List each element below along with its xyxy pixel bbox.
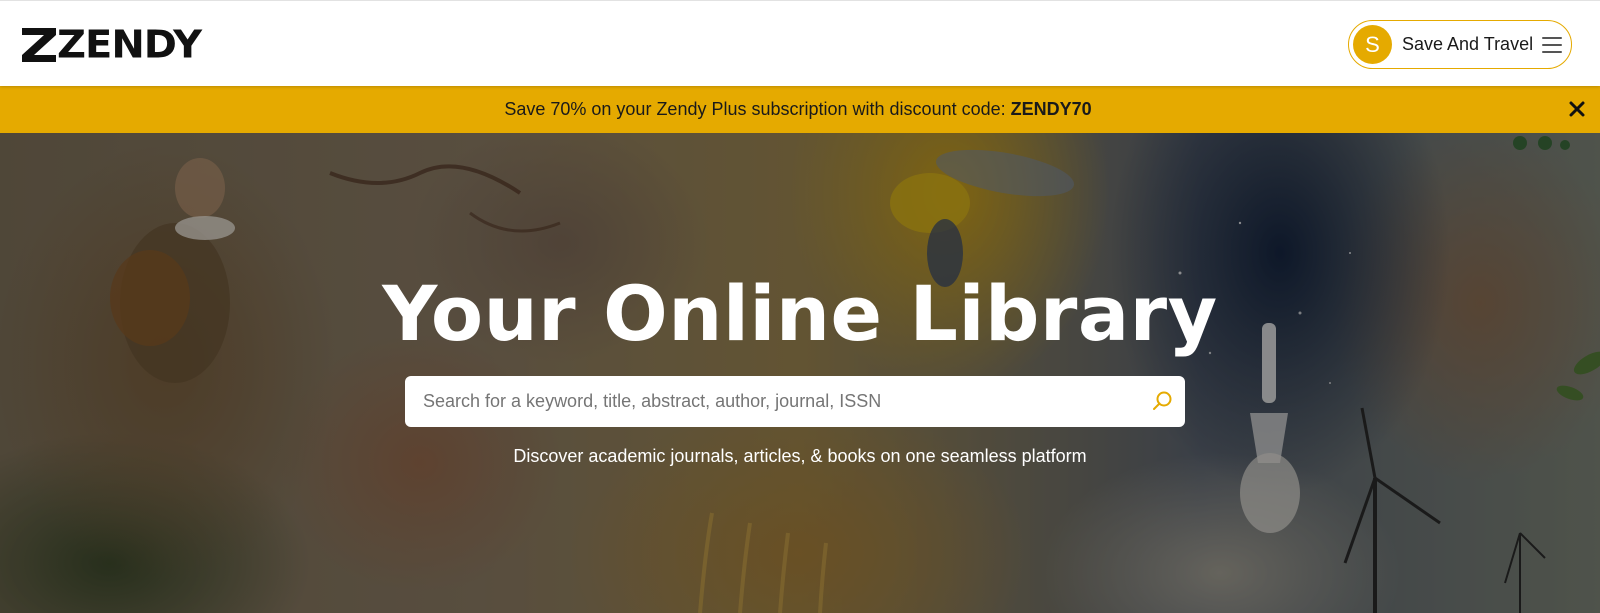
search-icon[interactable]: [1151, 390, 1173, 412]
promo-message: Save 70% on your Zendy Plus subscription…: [504, 99, 1011, 119]
hero-title: Your Online Library: [382, 269, 1218, 358]
avatar: S: [1353, 25, 1392, 64]
search-bar: [405, 376, 1185, 427]
logo-text: ZENDY: [57, 23, 202, 67]
promo-code: ZENDY70: [1010, 99, 1092, 119]
top-header: ZENDY S Save And Travel: [0, 0, 1600, 86]
user-menu-button[interactable]: S Save And Travel: [1348, 20, 1572, 69]
zendy-logo[interactable]: ZENDY: [22, 23, 202, 67]
hero-overlay: [0, 133, 1600, 613]
hero-collage-background: [0, 133, 1600, 613]
user-name: Save And Travel: [1402, 34, 1534, 54]
close-icon[interactable]: [1566, 98, 1588, 120]
hero-subtitle: Discover academic journals, articles, & …: [513, 446, 1087, 466]
promo-text: Save 70% on your Zendy Plus subscription…: [504, 99, 1091, 120]
promo-banner: Save 70% on your Zendy Plus subscription…: [0, 86, 1600, 133]
hamburger-menu-icon[interactable]: [1542, 36, 1563, 53]
logo-z-mark: [22, 28, 56, 62]
search-input[interactable]: [405, 376, 1125, 427]
